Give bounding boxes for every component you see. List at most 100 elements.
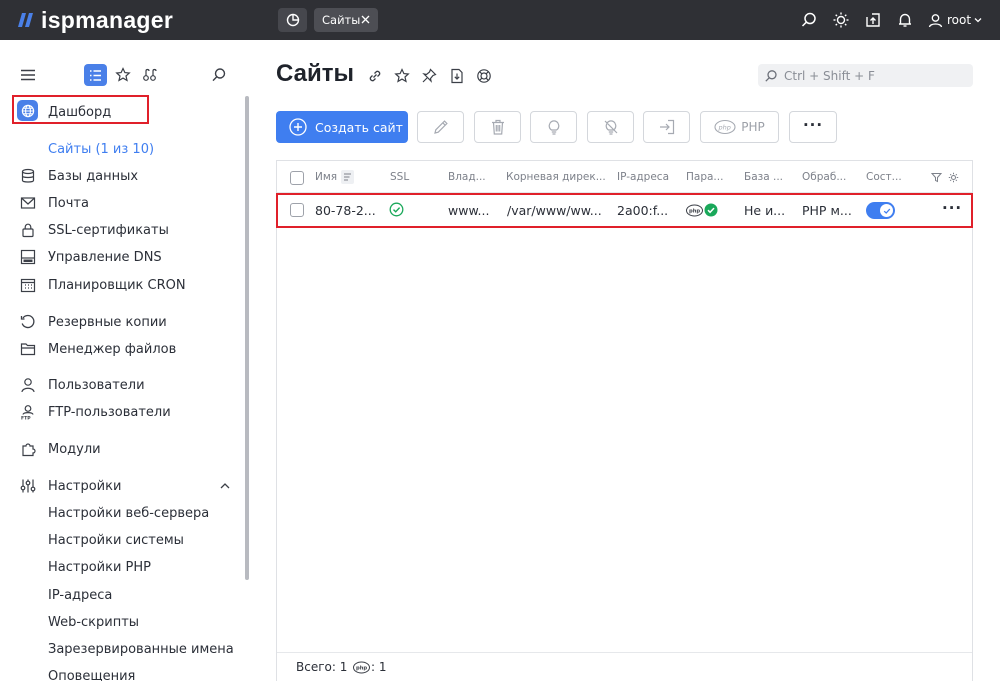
help-lifebuoy-icon[interactable] [476,68,492,84]
svg-text:php: php [718,124,731,132]
sidebar-item-databases[interactable]: Базы данных [20,165,138,187]
column-header-handler[interactable]: Обраб... [802,171,846,183]
globe-icon-badge [17,100,38,121]
sidebar-subitem-notifications[interactable]: Оповещения [48,666,135,681]
search-input[interactable] [784,68,964,83]
gear-icon[interactable] [948,172,959,183]
page-title: Сайты [276,60,354,87]
dashboard-tab-button[interactable] [278,8,307,32]
create-site-button[interactable]: Создать сайт [276,111,408,143]
sidebar-item-label: Резервные копии [48,314,167,330]
sidebar-item-cron[interactable]: Планировщик CRON [20,274,186,296]
sidebar-item-settings[interactable]: Настройки [20,475,232,497]
star-icon[interactable] [394,68,410,84]
sidebar-item-ftp-users[interactable]: FTP FTP-пользователи [20,401,171,423]
certificate-icon [22,223,34,238]
lightbulb-icon [548,120,559,135]
pin-icon[interactable] [421,68,437,84]
sidebar-item-file-manager[interactable]: Менеджер файлов [20,338,176,360]
sites-table [276,160,973,681]
enable-button[interactable] [530,111,577,143]
sidebar-subitem-webserver-settings[interactable]: Настройки веб-сервера [48,503,209,523]
logo-text: ispmanager [41,6,174,33]
user-name: root [947,13,972,27]
column-header-ssl[interactable]: SSL [390,171,409,183]
sidebar-item-label: Сайты (1 из 10) [48,141,155,157]
delete-button[interactable] [474,111,521,143]
sidebar-item-label: Модули [48,441,101,457]
theme-icon[interactable] [832,11,850,29]
sidebar-item-backups[interactable]: Резервные копии [20,311,167,333]
column-header-root-dir[interactable]: Корневая дирек... [506,171,606,183]
user-menu[interactable]: root [928,10,982,30]
sidebar-item-ssl[interactable]: SSL-сертификаты [20,219,169,241]
globe-icon [21,104,34,117]
sidebar-item-sites[interactable]: Сайты (1 из 10) [48,138,154,160]
svg-text:FTP: FTP [21,416,31,421]
sidebar-search-icon[interactable] [211,67,227,83]
top-bar: ispmanager Сайты root [0,0,1000,40]
column-header-ip[interactable]: IP-адреса [617,171,669,183]
sidebar-item-mail[interactable]: Почта [20,192,89,214]
sidebar-subitem-web-scripts[interactable]: Web-скрипты [48,612,139,632]
sidebar-item-label: Планировщик CRON [48,277,186,293]
user-icon [928,13,943,27]
sidebar-subitem-system-settings[interactable]: Настройки системы [48,530,184,550]
search-icon [765,69,777,82]
sidebar-subitem-php-settings[interactable]: Настройки PHP [48,557,151,577]
column-header-params[interactable]: Пара... [686,171,723,183]
tab-sites-label: Сайты [322,13,361,27]
star-icon[interactable] [115,67,131,83]
footer-total: Всего: 1 [296,660,348,674]
sort-icon[interactable] [341,170,354,184]
mail-icon [20,197,36,209]
select-all-checkbox[interactable] [290,171,304,185]
sidebar-item-users[interactable]: Пользователи [20,374,145,396]
sidebar-item-label: Менеджер файлов [48,341,177,357]
sidebar-item-label: FTP-пользователи [48,404,171,420]
column-header-database[interactable]: База ... [744,171,783,183]
footer-php-count: : 1 [371,660,387,674]
close-icon[interactable] [360,14,371,25]
sidebar-item-label: Настройки [48,478,122,494]
menu-list-view-button[interactable] [84,64,107,86]
tab-sites[interactable]: Сайты [314,8,378,32]
sidebar-item-dns[interactable]: Управление DNS [20,246,162,268]
bell-icon[interactable] [896,11,914,29]
upload-icon[interactable] [864,11,882,29]
modules-icon [22,443,36,457]
php-button[interactable]: php PHP [700,111,779,143]
sidebar-scrollbar[interactable] [245,96,249,580]
filter-icon[interactable] [931,172,942,183]
pencil-icon [433,120,448,134]
lightbulb-off-icon [604,120,617,135]
sidebar-subitem-reserved-names[interactable]: Зарезервированные имена [48,639,234,659]
column-header-name[interactable]: Имя [315,171,337,183]
database-icon [21,168,35,183]
more-actions-label: ··· [802,116,824,134]
edit-button[interactable] [417,111,464,143]
logo[interactable]: ispmanager [18,6,173,34]
modules-tree-icon[interactable] [142,67,158,83]
sidebar [0,40,250,681]
sidebar-item-label: Базы данных [48,168,139,184]
disable-button[interactable] [587,111,634,143]
php-icon: php [714,119,736,135]
more-actions-button[interactable]: ··· [789,111,837,143]
sidebar-subitem-ip-addresses[interactable]: IP-адреса [48,585,112,605]
chevron-up-icon[interactable] [220,482,230,490]
menu-icon[interactable] [20,67,36,83]
sidebar-item-label: SSL-сертификаты [48,222,169,238]
column-header-state[interactable]: Сост... [866,171,902,183]
link-icon[interactable] [367,68,383,84]
search-field[interactable] [758,64,973,87]
sidebar-item-modules[interactable]: Модули [20,438,101,460]
login-icon [659,119,674,135]
folder-icon [20,343,36,356]
download-doc-icon[interactable] [449,68,465,84]
search-icon[interactable] [800,11,818,29]
column-header-owner[interactable]: Влад... [448,171,486,183]
list-icon [90,69,101,81]
login-button[interactable] [643,111,690,143]
settings-sliders-icon [20,479,36,493]
